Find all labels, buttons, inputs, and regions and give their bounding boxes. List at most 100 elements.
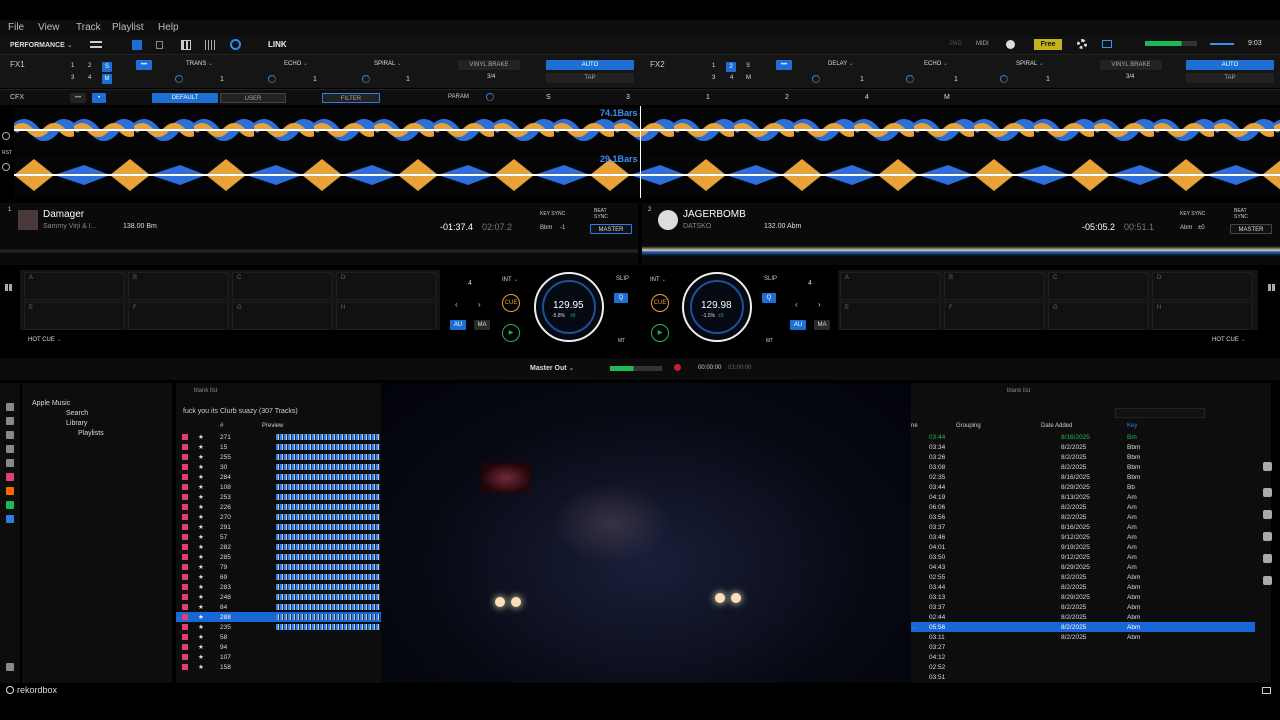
table-row[interactable]: 02:35 8/16/2025 Bbm bbox=[911, 472, 1255, 482]
table-row[interactable]: 03:44 8/29/2025 Bb bbox=[911, 482, 1255, 492]
deck2-play-button[interactable]: ▶ bbox=[651, 324, 669, 342]
preview-waveform[interactable] bbox=[276, 524, 380, 530]
star-icon[interactable]: ★ bbox=[198, 583, 204, 591]
fx1-auto-button[interactable]: AUTO bbox=[546, 60, 634, 70]
view-1-icon[interactable] bbox=[132, 40, 142, 50]
deck2-slip-button[interactable]: SLIP bbox=[764, 276, 777, 282]
fx1-ch-3[interactable]: 3 bbox=[71, 75, 74, 81]
star-icon[interactable]: ★ bbox=[198, 463, 204, 471]
deck1-prev-icon[interactable]: ‹ bbox=[455, 300, 458, 309]
right-tool-icon[interactable] bbox=[1263, 510, 1272, 519]
history-icon[interactable] bbox=[6, 445, 14, 453]
preview-waveform[interactable] bbox=[276, 614, 380, 620]
grid-icon[interactable] bbox=[181, 40, 191, 50]
midi-label[interactable]: MIDI bbox=[976, 41, 989, 47]
monitor-icon[interactable] bbox=[1102, 40, 1112, 48]
star-icon[interactable]: ★ bbox=[198, 653, 204, 661]
star-icon[interactable]: ★ bbox=[198, 443, 204, 451]
col-key[interactable]: Key bbox=[1127, 423, 1137, 429]
cfx-param-knob[interactable] bbox=[486, 93, 494, 101]
table-row[interactable]: ★ 248 bbox=[176, 592, 381, 602]
deck1-int-select[interactable]: INT bbox=[502, 276, 518, 283]
apple-music-icon[interactable] bbox=[6, 473, 14, 481]
cfx-more-button[interactable]: ••• bbox=[70, 93, 86, 103]
menu-track[interactable]: Track bbox=[76, 22, 101, 33]
grid-view-icon[interactable] bbox=[6, 459, 14, 467]
spotify-icon[interactable] bbox=[6, 501, 14, 509]
col-date-added[interactable]: Date Added bbox=[1041, 423, 1072, 429]
explorer-icon[interactable] bbox=[6, 431, 14, 439]
table-row[interactable]: 02:44 8/2/2025 Abm bbox=[911, 612, 1255, 622]
preview-waveform[interactable] bbox=[276, 534, 380, 540]
fx1-ch-1[interactable]: 1 bbox=[71, 63, 74, 69]
star-icon[interactable]: ★ bbox=[198, 643, 204, 651]
fx1-ch-s[interactable]: S bbox=[102, 62, 112, 72]
deck1-hotcue-select[interactable]: HOT CUE bbox=[28, 336, 62, 343]
right-tool-icon[interactable] bbox=[1263, 488, 1272, 497]
fx2-ch-3[interactable]: 3 bbox=[712, 75, 715, 81]
table-row[interactable]: ★ 285 bbox=[176, 552, 381, 562]
table-row[interactable]: 03:46 9/12/2025 Am bbox=[911, 532, 1255, 542]
right-tool-icon[interactable] bbox=[1263, 554, 1272, 563]
deck1-pad-e[interactable]: E bbox=[24, 302, 124, 330]
preview-waveform[interactable] bbox=[276, 554, 380, 560]
table-row[interactable]: 03:56 8/2/2025 Am bbox=[911, 512, 1255, 522]
deck1-master-button[interactable]: MASTER bbox=[590, 224, 632, 234]
table-row[interactable]: ★ 291 bbox=[176, 522, 381, 532]
table-row[interactable]: ★ 270 bbox=[176, 512, 381, 522]
preview-waveform[interactable] bbox=[276, 454, 380, 460]
fx2-ch-1[interactable]: 1 bbox=[712, 63, 715, 69]
table-row[interactable]: 02:52 bbox=[911, 662, 1255, 672]
table-row[interactable]: 03:11 8/2/2025 Abm bbox=[911, 632, 1255, 642]
table-row[interactable]: 03:27 bbox=[911, 642, 1255, 652]
fx2-knob3[interactable] bbox=[1000, 75, 1008, 83]
table-row[interactable]: 03:13 8/29/2025 Abm bbox=[911, 592, 1255, 602]
deck2-pad-b[interactable]: B bbox=[944, 272, 1044, 300]
star-icon[interactable]: ★ bbox=[198, 593, 204, 601]
table-row[interactable]: ★ 158 bbox=[176, 662, 381, 672]
fx2-tap-button[interactable]: TAP bbox=[1186, 73, 1274, 83]
table-row[interactable]: ★ 284 bbox=[176, 472, 381, 482]
table-row[interactable]: ★ 94 bbox=[176, 642, 381, 652]
fx1-slot2-select[interactable]: ECHO bbox=[284, 60, 308, 67]
preview-waveform[interactable] bbox=[276, 604, 380, 610]
fx2-knob1[interactable] bbox=[812, 75, 820, 83]
deck2-next-icon[interactable]: › bbox=[818, 300, 821, 309]
fx2-ch-s[interactable]: S bbox=[746, 63, 750, 69]
table-row[interactable]: 03:08 8/2/2025 Bbm bbox=[911, 462, 1255, 472]
star-icon[interactable]: ★ bbox=[198, 513, 204, 521]
plan-badge[interactable]: Free bbox=[1034, 39, 1062, 50]
deck2-pad-grid-icon[interactable] bbox=[1268, 284, 1275, 291]
fx2-ch-2[interactable]: 2 bbox=[726, 62, 736, 72]
fx1-vinyl-brake-select[interactable]: VINYL BRAKE bbox=[458, 60, 520, 70]
deck1-cue-button[interactable]: CUE bbox=[502, 294, 520, 312]
layout-icon[interactable] bbox=[90, 41, 102, 48]
preview-waveform[interactable] bbox=[276, 474, 380, 480]
deck2-keysync-label[interactable]: KEY SYNC bbox=[1180, 211, 1205, 217]
deck1-next-icon[interactable]: › bbox=[478, 300, 481, 309]
star-icon[interactable]: ★ bbox=[198, 503, 204, 511]
settings-gear-icon[interactable] bbox=[1077, 39, 1087, 49]
star-icon[interactable]: ★ bbox=[198, 433, 204, 441]
fx2-more-button[interactable]: ••• bbox=[776, 60, 792, 70]
deck1-mt-button[interactable]: MT bbox=[618, 338, 625, 344]
deck2-au-button[interactable]: AU bbox=[790, 320, 806, 330]
soundcloud-icon[interactable] bbox=[6, 487, 14, 495]
mode-select[interactable]: PERFORMANCE bbox=[10, 41, 73, 49]
info-panel-icon[interactable] bbox=[1263, 532, 1272, 541]
table-row[interactable]: 04:19 8/13/2025 Am bbox=[911, 492, 1255, 502]
right-tool-icon[interactable] bbox=[1263, 462, 1272, 471]
preview-waveform[interactable] bbox=[276, 484, 380, 490]
table-row[interactable]: 03:37 8/2/2025 Abm bbox=[911, 602, 1255, 612]
deck2-pad-d[interactable]: D bbox=[1152, 272, 1252, 300]
fx2-slot3-select[interactable]: SPIRAL bbox=[1016, 60, 1044, 67]
preview-waveform[interactable] bbox=[276, 504, 380, 510]
record-button-icon[interactable] bbox=[674, 364, 681, 371]
fx1-more-button[interactable]: ••• bbox=[136, 60, 152, 70]
preview-waveform[interactable] bbox=[276, 624, 380, 630]
deck2-pad-c[interactable]: C bbox=[1048, 272, 1148, 300]
table-row[interactable]: 03:37 8/16/2025 Am bbox=[911, 522, 1255, 532]
table-row[interactable]: 03:44 8/16/2025 Bm bbox=[911, 432, 1255, 442]
table-row[interactable]: 03:26 8/2/2025 Bbm bbox=[911, 452, 1255, 462]
deck2-hotcue-select[interactable]: HOT CUE bbox=[1212, 336, 1246, 343]
